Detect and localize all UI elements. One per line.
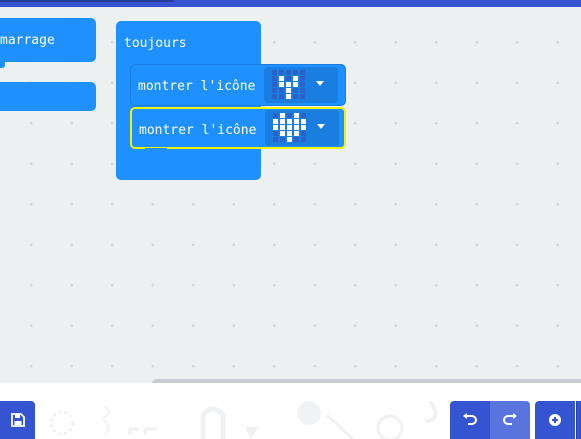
icon-dropdown[interactable] [264, 67, 338, 103]
redo-icon [503, 413, 517, 425]
block-notch [145, 148, 167, 154]
heart-icon [273, 113, 306, 142]
small-heart-icon [272, 70, 305, 99]
zoom-out-button[interactable] [576, 401, 581, 439]
save-button[interactable] [0, 401, 35, 439]
bottom-toolbar [0, 383, 581, 439]
chevron-down-icon [316, 81, 324, 86]
show-icon-label: montrer l'icône [138, 79, 256, 94]
show-icon-block-selected[interactable]: montrer l'icône [130, 107, 346, 149]
save-icon [10, 413, 25, 427]
show-icon-label: montrer l'icône [139, 123, 257, 138]
on-start-block-bottom[interactable] [0, 82, 96, 111]
icon-dropdown[interactable] [265, 110, 339, 146]
blocks-workspace[interactable]: marrage toujours montrer l'icône montrer… [0, 7, 581, 383]
show-icon-block[interactable]: montrer l'icône [130, 64, 346, 106]
zoom-in-icon [549, 414, 561, 426]
top-header-tab [0, 0, 174, 2]
redo-button[interactable] [490, 401, 530, 439]
undo-button[interactable] [450, 401, 490, 439]
on-start-block[interactable]: marrage [0, 18, 96, 68]
zoom-in-button[interactable] [535, 401, 575, 439]
on-start-label: marrage [0, 33, 55, 48]
undo-icon [463, 413, 477, 425]
decorative-illustration-icon [49, 401, 438, 439]
chevron-down-icon [317, 124, 325, 129]
forever-label: toujours [124, 36, 187, 51]
block-notch [0, 62, 5, 68]
